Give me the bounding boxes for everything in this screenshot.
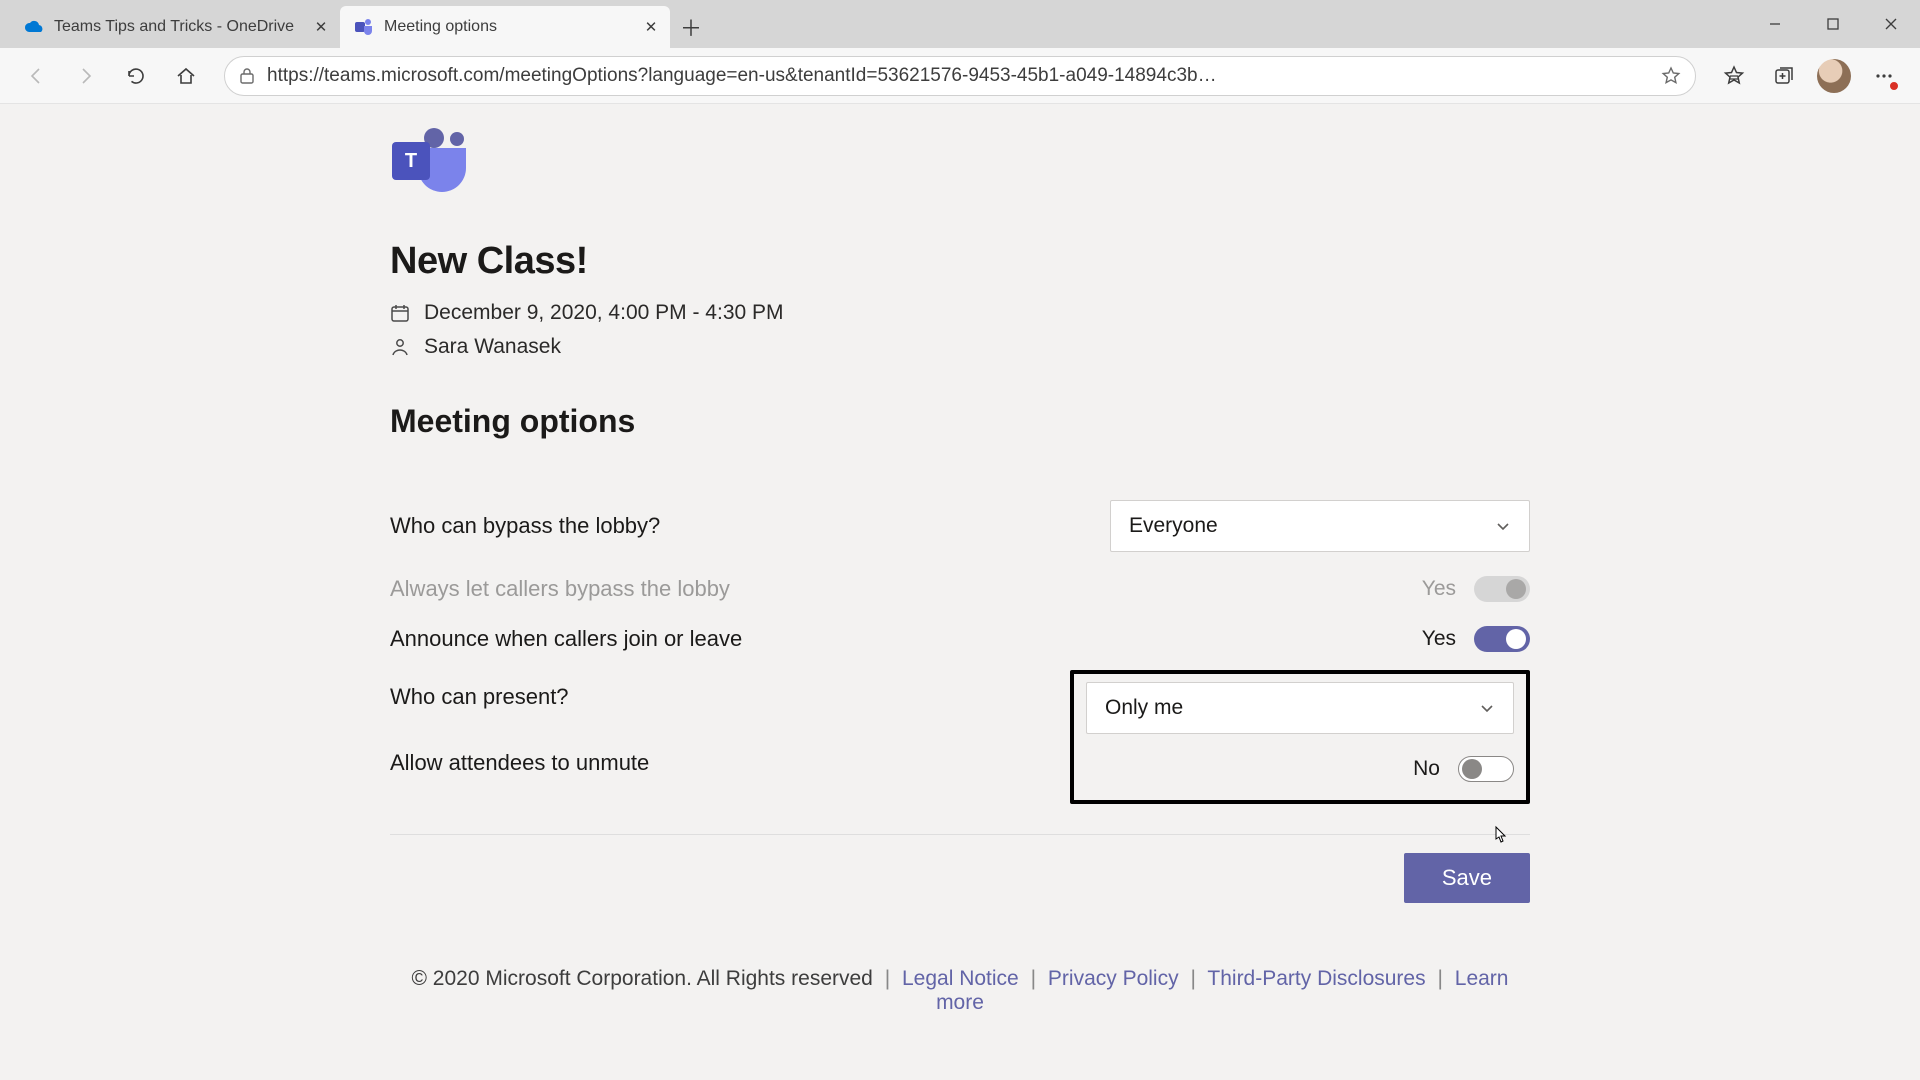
section-heading: Meeting options xyxy=(390,403,1530,440)
avatar xyxy=(1817,59,1851,93)
browser-tab-title: Teams Tips and Tricks - OneDrive xyxy=(54,18,302,36)
chevron-down-icon xyxy=(1495,518,1511,534)
divider xyxy=(390,834,1530,835)
window-controls xyxy=(1746,0,1920,48)
toggle-value: Yes xyxy=(1422,627,1456,651)
tab-close-icon[interactable]: ✕ xyxy=(312,18,330,36)
window-minimize-button[interactable] xyxy=(1746,0,1804,48)
chevron-down-icon xyxy=(1479,700,1495,716)
browser-tab[interactable]: Meeting options ✕ xyxy=(340,6,670,48)
tab-close-icon[interactable]: ✕ xyxy=(642,18,660,36)
calendar-icon xyxy=(390,303,410,323)
meeting-organizer-row: Sara Wanasek xyxy=(390,335,1530,359)
person-icon xyxy=(390,337,410,357)
option-label: Announce when callers join or leave xyxy=(390,626,742,652)
callers-bypass-toggle xyxy=(1474,576,1530,602)
footer-copyright: © 2020 Microsoft Corporation. All Rights… xyxy=(412,967,873,990)
lock-icon xyxy=(239,67,255,85)
option-label: Allow attendees to unmute xyxy=(390,750,649,776)
meeting-title: New Class! xyxy=(390,240,1530,283)
browser-tab-title: Meeting options xyxy=(384,18,632,36)
meeting-organizer: Sara Wanasek xyxy=(424,335,561,359)
browser-tab[interactable]: Teams Tips and Tricks - OneDrive ✕ xyxy=(10,6,340,48)
address-bar[interactable]: https://teams.microsoft.com/meetingOptio… xyxy=(224,56,1696,96)
forward-button[interactable] xyxy=(64,54,108,98)
announce-toggle[interactable] xyxy=(1474,626,1530,652)
home-button[interactable] xyxy=(164,54,208,98)
teams-logo: T xyxy=(392,128,466,196)
select-value: Everyone xyxy=(1129,514,1218,538)
option-callers-bypass: Always let callers bypass the lobby Yes xyxy=(390,564,1530,614)
select-value: Only me xyxy=(1105,696,1183,720)
highlighted-options: Who can present? Allow attendees to unmu… xyxy=(390,670,1530,804)
teams-icon xyxy=(354,17,374,37)
save-button[interactable]: Save xyxy=(1404,853,1530,903)
favorites-icon[interactable] xyxy=(1712,54,1756,98)
address-bar-url: https://teams.microsoft.com/meetingOptio… xyxy=(267,65,1649,87)
footer-link[interactable]: Third-Party Disclosures xyxy=(1207,967,1425,990)
who-can-present-select[interactable]: Only me xyxy=(1086,682,1514,734)
browser-tab-strip: Teams Tips and Tricks - OneDrive ✕ Meeti… xyxy=(0,0,1920,48)
back-button[interactable] xyxy=(14,54,58,98)
window-maximize-button[interactable] xyxy=(1804,0,1862,48)
settings-more-icon[interactable] xyxy=(1862,54,1906,98)
page-footer: © 2020 Microsoft Corporation. All Rights… xyxy=(390,967,1530,1035)
option-label: Who can present? xyxy=(390,684,649,710)
favorite-star-icon[interactable] xyxy=(1661,66,1681,86)
notification-badge xyxy=(1888,80,1900,92)
profile-avatar[interactable] xyxy=(1812,54,1856,98)
allow-unmute-toggle[interactable] xyxy=(1458,756,1514,782)
window-close-button[interactable] xyxy=(1862,0,1920,48)
refresh-button[interactable] xyxy=(114,54,158,98)
option-label: Always let callers bypass the lobby xyxy=(390,576,730,602)
browser-toolbar: https://teams.microsoft.com/meetingOptio… xyxy=(0,48,1920,104)
option-bypass-lobby: Who can bypass the lobby? Everyone xyxy=(390,488,1530,564)
footer-link[interactable]: Legal Notice xyxy=(902,967,1019,990)
highlight-box: Only me No xyxy=(1070,670,1530,804)
option-announce: Announce when callers join or leave Yes xyxy=(390,614,1530,664)
meeting-datetime-row: December 9, 2020, 4:00 PM - 4:30 PM xyxy=(390,301,1530,325)
bypass-lobby-select[interactable]: Everyone xyxy=(1110,500,1530,552)
footer-link[interactable]: Privacy Policy xyxy=(1048,967,1179,990)
new-tab-button[interactable]: ＋ xyxy=(674,10,708,44)
toggle-value: No xyxy=(1413,757,1440,781)
option-label: Who can bypass the lobby? xyxy=(390,513,660,539)
toggle-value: Yes xyxy=(1422,577,1456,601)
collections-icon[interactable] xyxy=(1762,54,1806,98)
onedrive-icon xyxy=(24,17,44,37)
meeting-datetime: December 9, 2020, 4:00 PM - 4:30 PM xyxy=(424,301,784,325)
page-content: T New Class! December 9, 2020, 4:00 PM -… xyxy=(0,104,1920,1035)
